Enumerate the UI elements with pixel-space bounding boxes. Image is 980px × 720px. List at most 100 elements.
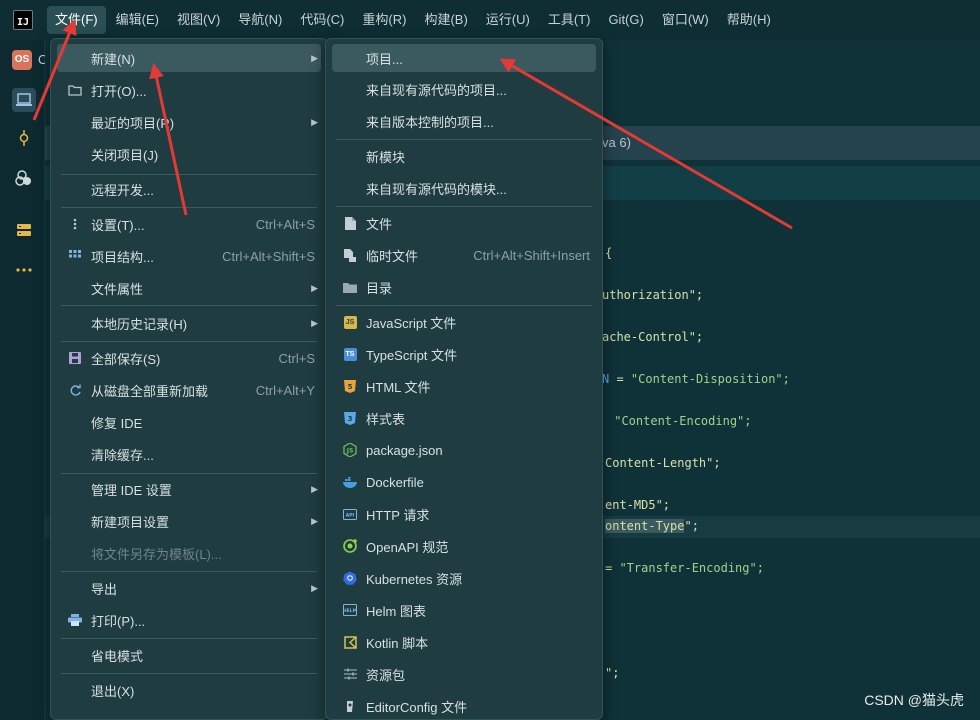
menu-item-resource-bundle[interactable]: 资源包 [332,660,596,688]
menu-item-label: 全部保存(S) [91,351,161,367]
file-icon [340,216,360,230]
menu-item-package-json[interactable]: JS package.json [332,436,596,464]
menu-item-helm-chart[interactable]: HELM Helm 图表 [332,596,596,624]
menu-item-javascript-file[interactable]: JS JavaScript 文件 [332,308,596,336]
project-badge[interactable]: OS [12,50,32,70]
menu-item-save-all[interactable]: 全部保存(S) Ctrl+S [57,344,321,372]
menu-item-exit[interactable]: 退出(X) [57,676,321,704]
menu-bar: IJ 文件(F) 编辑(E) 视图(V) 导航(N) 代码(C) 重构(R) 构… [0,0,980,40]
menu-item-export[interactable]: 导出 ▶ [57,574,321,602]
menu-item-open[interactable]: 打开(O)... [57,76,321,104]
menu-view[interactable]: 视图(V) [169,6,228,34]
menu-separator [61,207,317,208]
menu-item-manage-ide-settings[interactable]: 管理 IDE 设置 ▶ [57,475,321,503]
menu-build[interactable]: 构建(B) [416,6,475,34]
menu-item-repair-ide[interactable]: 修复 IDE [57,408,321,436]
menu-separator [61,638,317,639]
commit-icon[interactable] [12,126,36,150]
menu-item-label: 本地历史记录(H) [91,316,188,332]
menu-item-label: 文件属性 [91,281,144,297]
menu-item-project-from-sources[interactable]: 来自现有源代码的项目... [332,75,596,103]
menu-item-kotlin-script[interactable]: Kotlin 脚本 [332,628,596,656]
menu-item-recent-projects[interactable]: 最近的项目(R) ▶ [57,108,321,136]
menu-item-label: 项目结构... [91,249,154,265]
menu-item-label: 最近的项目(R) [91,115,175,131]
menu-item-reload-from-disk[interactable]: 从磁盘全部重新加载 Ctrl+Alt+Y [57,376,321,404]
menu-item-label: 设置(T)... [91,217,145,233]
menu-item-new-file[interactable]: 文件 [332,209,596,237]
menu-item-new-module[interactable]: 新模块 [332,142,596,170]
menu-run[interactable]: 运行(U) [478,6,538,34]
menu-item-project-from-vcs[interactable]: 来自版本控制的项目... [332,107,596,135]
menu-item-scratch-file[interactable]: 临时文件 Ctrl+Alt+Shift+Insert [332,241,596,269]
menu-navigate[interactable]: 导航(N) [230,6,290,34]
intellij-logo-icon[interactable]: IJ [13,10,33,30]
menu-separator [336,305,592,306]
menu-window[interactable]: 窗口(W) [654,6,717,34]
services-icon[interactable] [12,166,36,190]
menu-tools[interactable]: 工具(T) [540,6,599,34]
menu-item-power-save-mode[interactable]: 省电模式 [57,641,321,669]
code-line: N = "Content-Disposition"; [602,372,790,386]
menu-item-editorconfig-file[interactable]: EditorConfig 文件 [332,692,596,720]
menu-item-local-history[interactable]: 本地历史记录(H) ▶ [57,309,321,337]
helm-icon: HELM [340,604,360,616]
menu-item-html-file[interactable]: 5 HTML 文件 [332,372,596,400]
menu-item-label: 样式表 [366,411,406,427]
menu-code[interactable]: 代码(C) [292,6,352,34]
menu-item-new[interactable]: 新建(N) ▶ [57,44,321,72]
code-line: ontent-Type"; [605,519,699,533]
database-icon[interactable] [12,218,36,242]
menu-item-project-structure[interactable]: 项目结构... Ctrl+Alt+Shift+S [57,242,321,270]
menu-item-invalidate-caches[interactable]: 清除缓存... [57,440,321,468]
code-line: Content-Length"; [605,456,721,470]
menu-item-close-project[interactable]: 关闭项目(J) [57,140,321,168]
menu-item-label: 打印(P)... [91,613,146,629]
menu-item-kubernetes-resource[interactable]: Kubernetes 资源 [332,564,596,592]
menu-refactor[interactable]: 重构(R) [354,6,414,34]
menu-item-module-from-sources[interactable]: 来自现有源代码的模块... [332,174,596,202]
menu-item-label: JavaScript 文件 [366,315,457,331]
project-view-icon[interactable] [12,88,36,112]
code-line: = "Transfer-Encoding"; [605,561,764,575]
menu-item-new-project[interactable]: 项目... [332,44,596,72]
menu-item-save-as-template[interactable]: 将文件另存为模板(L)... [57,539,321,567]
menu-item-file-properties[interactable]: 文件属性 ▶ [57,274,321,302]
submenu-arrow-icon: ▶ [311,483,318,494]
menu-item-openapi-spec[interactable]: OpenAPI 规范 [332,532,596,560]
menu-edit[interactable]: 编辑(E) [108,6,167,34]
menu-git[interactable]: Git(G) [600,6,651,34]
menu-item-label: HTTP 请求 [366,507,430,523]
code-token: "Content-Disposition"; [630,372,790,386]
submenu-arrow-icon: ▶ [311,116,318,127]
typescript-icon: TS [340,347,360,361]
editorconfig-icon [340,700,360,713]
svg-text:3: 3 [348,415,353,423]
kotlin-icon [340,635,360,649]
menu-item-http-request[interactable]: API HTTP 请求 [332,500,596,528]
menu-item-label: TypeScript 文件 [366,347,458,363]
submenu-arrow-icon: ▶ [311,515,318,526]
menu-item-label: 新建(N) [91,51,136,67]
code-token: = [605,561,620,575]
submenu-arrow-icon: ▶ [311,282,318,293]
more-tools-icon[interactable] [12,258,36,282]
submenu-arrow-icon: ▶ [311,317,318,328]
menu-item-label: 将文件另存为模板(L)... [91,546,222,562]
menu-item-directory[interactable]: 目录 [332,273,596,301]
menu-file[interactable]: 文件(F) [47,6,106,34]
menu-item-typescript-file[interactable]: TS TypeScript 文件 [332,340,596,368]
code-token: "Transfer-Encoding"; [619,561,764,575]
menu-help[interactable]: 帮助(H) [719,6,779,34]
menu-item-label: OpenAPI 规范 [366,539,449,555]
menu-item-stylesheet[interactable]: 3 样式表 [332,404,596,432]
menu-item-label: 远程开发... [91,182,154,198]
menu-item-new-project-settings[interactable]: 新建项目设置 ▶ [57,507,321,535]
code-line: ache-Control"; [602,330,704,344]
grid-icon [65,250,85,262]
menu-item-settings[interactable]: 设置(T)... Ctrl+Alt+S [57,210,321,238]
menu-item-dockerfile[interactable]: Dockerfile [332,468,596,496]
menu-item-print[interactable]: 打印(P)... [57,606,321,634]
scratch-file-icon [340,248,360,262]
menu-item-remote-dev[interactable]: 远程开发... [57,175,321,203]
